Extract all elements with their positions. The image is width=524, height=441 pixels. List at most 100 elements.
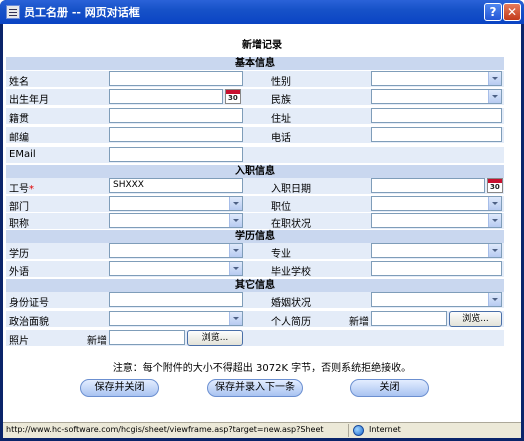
status-bar: http://www.hc-software.com/hcgis/sheet/v… (3, 422, 521, 438)
chevron-down-icon[interactable] (488, 244, 501, 257)
name-input[interactable] (109, 71, 243, 86)
form-row-education: 学历 专业 (6, 243, 504, 260)
resume-new-label: 新增 (349, 317, 369, 328)
education-select[interactable] (109, 243, 243, 258)
gender-select[interactable] (371, 71, 502, 86)
form-row-name: 姓名 性别 (6, 71, 504, 88)
chevron-down-icon[interactable] (229, 262, 242, 275)
save-close-button[interactable]: 保存并关闭 (80, 379, 159, 397)
title-bar[interactable]: 员工名册 -- 网页对话框 ? ✕ (0, 0, 524, 24)
resume-file-input[interactable] (371, 311, 447, 326)
photo-label: 照片 (9, 336, 29, 347)
id-card-input[interactable] (109, 292, 243, 307)
school-input[interactable] (371, 261, 502, 276)
email-label: EMail (9, 149, 36, 160)
employee-id-label-text: 工号 (9, 184, 29, 195)
photo-file-input[interactable] (109, 330, 185, 345)
marital-label: 婚姻状况 (271, 298, 311, 309)
form-row-email: EMail (6, 147, 504, 163)
chevron-down-icon[interactable] (488, 197, 501, 210)
photo-browse-button[interactable]: 浏览... (187, 330, 243, 346)
address-input[interactable] (371, 108, 502, 123)
phone-label: 电话 (271, 133, 291, 144)
school-label: 毕业学校 (271, 267, 311, 278)
security-zone: Internet (369, 425, 401, 434)
phone-input[interactable] (371, 127, 502, 142)
document-icon (6, 5, 20, 19)
political-label: 政治面貌 (9, 317, 49, 328)
dialog-content: 新增记录 基本信息 姓名 性别 出生年月 民族 籍贯 住址 邮编 电话 (3, 24, 521, 422)
chevron-down-icon[interactable] (229, 197, 242, 210)
form-row-political: 政治面貌 个人简历 新增 浏览... (6, 311, 504, 328)
status-label: 在职状况 (271, 219, 311, 230)
chevron-down-icon[interactable] (488, 72, 501, 85)
address-label: 住址 (271, 114, 291, 125)
form-row-language: 外语 毕业学校 (6, 261, 504, 278)
origin-label: 籍贯 (9, 114, 29, 125)
id-card-label: 身份证号 (9, 298, 49, 309)
email-input[interactable] (109, 147, 243, 162)
form-row-photo: 照片 新增 浏览... (6, 330, 504, 347)
political-select[interactable] (109, 311, 243, 326)
postcode-input[interactable] (109, 127, 243, 142)
globe-icon (353, 425, 364, 436)
form-row-postcode: 邮编 电话 (6, 127, 504, 144)
resume-label: 个人简历 (271, 317, 311, 328)
origin-input[interactable] (109, 108, 243, 123)
postcode-label: 邮编 (9, 133, 29, 144)
language-label: 外语 (9, 267, 29, 278)
name-label: 姓名 (9, 77, 29, 88)
form-row-id-card: 身份证号 婚姻状况 (6, 292, 504, 309)
major-label: 专业 (271, 249, 291, 260)
chevron-down-icon[interactable] (488, 90, 501, 103)
close-window-button[interactable]: ✕ (503, 3, 521, 21)
chevron-down-icon[interactable] (488, 293, 501, 306)
section-employment-info: 入职信息 (6, 165, 504, 178)
hire-date-input[interactable] (371, 178, 485, 193)
form-row-birth: 出生年月 民族 (6, 89, 504, 106)
attachment-size-note: 注意：每个附件的大小不得超出 3072K 字节，否则系统拒绝接收。 (112, 363, 412, 374)
chevron-down-icon[interactable] (488, 214, 501, 227)
department-select[interactable] (109, 196, 243, 211)
help-button[interactable]: ? (484, 3, 502, 21)
resume-browse-button[interactable]: 浏览... (449, 311, 502, 327)
title-select[interactable] (109, 213, 243, 228)
form-heading: 新增记录 (242, 40, 282, 51)
employee-id-input[interactable]: SHXXX (109, 178, 243, 193)
language-select[interactable] (109, 261, 243, 276)
form-row-origin: 籍贯 住址 (6, 108, 504, 125)
major-select[interactable] (371, 243, 502, 258)
chevron-down-icon[interactable] (229, 244, 242, 257)
section-other-info: 其它信息 (6, 279, 504, 292)
position-select[interactable] (371, 196, 502, 211)
gender-label: 性别 (271, 77, 291, 88)
hire-date-label: 入职日期 (271, 184, 311, 195)
chevron-down-icon[interactable] (229, 214, 242, 227)
position-label: 职位 (271, 202, 291, 213)
employee-id-label: 工号* (9, 180, 34, 195)
calendar-icon[interactable] (487, 178, 503, 193)
close-button[interactable]: 关闭 (350, 379, 429, 397)
calendar-icon[interactable] (225, 89, 241, 104)
ethnicity-select[interactable] (371, 89, 502, 104)
title-label: 职称 (9, 219, 29, 230)
birth-label: 出生年月 (9, 95, 49, 106)
form-row-department: 部门 职位 (6, 196, 504, 213)
marital-select[interactable] (371, 292, 502, 307)
status-url: http://www.hc-software.com/hcgis/sheet/v… (6, 425, 324, 434)
section-basic-info: 基本信息 (6, 57, 504, 70)
chevron-down-icon[interactable] (229, 312, 242, 325)
section-education-info: 学历信息 (6, 230, 504, 243)
birth-date-input[interactable] (109, 89, 223, 104)
ethnicity-label: 民族 (271, 95, 291, 106)
save-next-button[interactable]: 保存并录入下一条 (207, 379, 303, 397)
status-divider (348, 424, 349, 437)
window-title: 员工名册 -- 网页对话框 (24, 6, 140, 19)
education-label: 学历 (9, 249, 29, 260)
department-label: 部门 (9, 202, 29, 213)
photo-new-label: 新增 (87, 336, 107, 347)
required-mark: * (29, 184, 34, 195)
form-row-title: 职称 在职状况 (6, 213, 504, 230)
status-select[interactable] (371, 213, 502, 228)
dialog-window: 员工名册 -- 网页对话框 ? ✕ 新增记录 基本信息 姓名 性别 出生年月 民… (0, 0, 524, 441)
